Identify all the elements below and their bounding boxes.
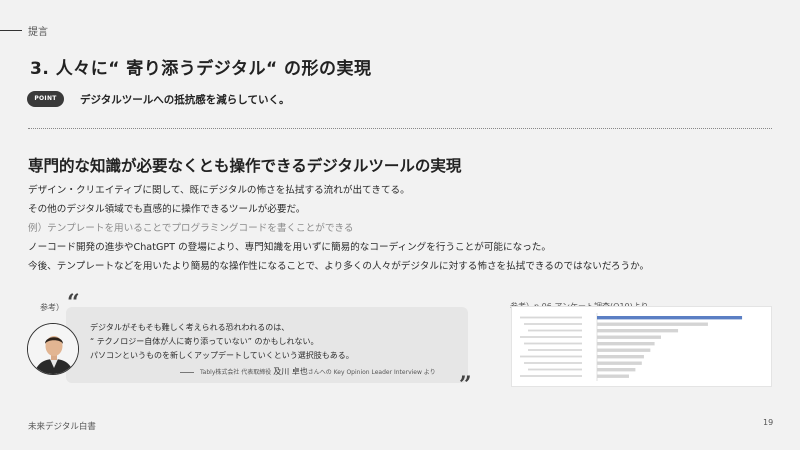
chart-category-label: [524, 362, 582, 364]
point-text: デジタルツールへの抵抗感を減らしていく。: [80, 94, 290, 106]
avatar: [27, 323, 79, 375]
body-line: ノーコード開発の進歩やChatGPT の登場により、専門知識を用いずに簡易的なコ…: [28, 242, 551, 253]
section-headline: 専門的な知識が必要なくとも操作できるデジタルツールの実現: [28, 157, 462, 175]
survey-chart: [511, 306, 772, 387]
quote-attribution: Tably株式会社 代表取締役 及川 卓也さんへの Key Opinion Le…: [180, 366, 436, 377]
chart-category-label: [520, 375, 582, 377]
body-line: 今後、テンプレートなどを用いたより簡易的な操作性になることで、より多くの人々がデ…: [28, 261, 650, 272]
point-badge: POINT: [27, 91, 64, 107]
chart-bar: [597, 374, 629, 378]
footer-title: 未来デジタル白書: [28, 422, 96, 432]
chart-category-label: [528, 368, 582, 371]
body-line: デザイン・クリエイティブに関して、既にデジタルの怖さを払拭する流れが出てきてる。: [28, 185, 410, 196]
slide-title: 3. 人々に“ 寄り添うデジタル“ の形の実現: [30, 59, 372, 79]
chart-category-label: [528, 349, 582, 351]
person-portrait-icon: [28, 324, 78, 374]
chart-bar: [597, 355, 644, 359]
chart-bar: [597, 361, 642, 365]
body-text: デザイン・クリエイティブに関して、既にデジタルの怖さを払拭する流れが出てきてる。…: [28, 181, 788, 276]
section-rule: [0, 30, 22, 31]
chart-category-label: [528, 329, 582, 332]
chart-category-label: [520, 336, 582, 338]
chart-bar: [597, 329, 679, 333]
chart-bar: [597, 316, 743, 320]
chart-category-label: [520, 355, 582, 358]
survey-bar-chart: [520, 313, 743, 381]
body-line: その他のデジタル領域でも直感的に操作できるツールが必要だ。: [28, 204, 306, 215]
chart-category-label: [524, 323, 582, 325]
quote-line: パソコンというものを新しくアップデートしていくという選択肢もある。: [90, 351, 354, 360]
attribution-name: 及川 卓也: [273, 367, 308, 376]
attribution-company: Tably株式会社 代表取締役: [200, 369, 272, 376]
quote-text: デジタルがそもそも難しく考えられる恐れわれるのは、 “ テクノロジー自体が人に寄…: [90, 321, 354, 363]
chart-bar: [597, 322, 708, 326]
attribution-source: さんへの Key Opinion Leader Interview より: [307, 369, 436, 376]
dotted-divider: [28, 128, 772, 129]
chart-category-label: [520, 316, 582, 319]
chart-category-label: [524, 342, 582, 345]
chart-bar: [597, 335, 661, 339]
page-number: 19: [763, 418, 774, 427]
close-quote-icon: ”: [459, 372, 472, 398]
section-label: 提言: [28, 27, 48, 38]
chart-bar: [597, 342, 655, 346]
body-line-example: 例）テンプレートを用いることでプログラミングコードを書くことができる: [28, 223, 354, 234]
chart-bar: [597, 368, 636, 372]
quote-reference-label: 参考）: [40, 303, 64, 312]
quote-line: “ テクノロジー自体が人に寄り添っていない” のかもしれない。: [90, 337, 319, 346]
chart-bar: [597, 348, 651, 352]
quote-line: デジタルがそもそも難しく考えられる恐れわれるのは、: [90, 323, 290, 332]
attribution-dash: [180, 372, 194, 373]
